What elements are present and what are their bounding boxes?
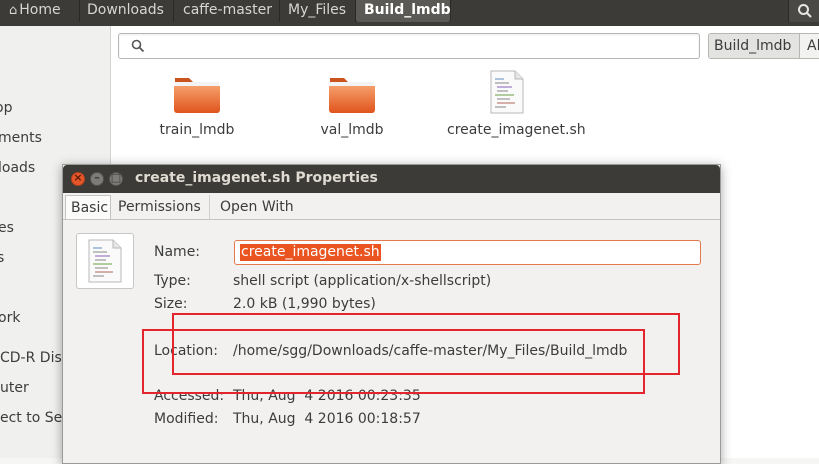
type-value: shell script (application/x-shellscript) [233, 273, 492, 289]
sidebar-item-desktop[interactable]: op [0, 99, 12, 117]
type-label: Type: [154, 273, 191, 289]
search-icon [131, 39, 145, 53]
minimize-button[interactable]: – [90, 171, 104, 186]
sidebar-item-computer[interactable]: uter [0, 379, 29, 397]
sidebar-item-downloads[interactable]: loads [0, 159, 35, 177]
tab-basic[interactable]: Basic [65, 195, 111, 219]
folder-icon [329, 78, 375, 113]
search-icon [798, 4, 812, 18]
close-icon: × [73, 171, 83, 184]
dialog-title: create_imagenet.sh Properties [135, 170, 378, 186]
breadcrumb-bar: ⌂ Home Downloads caffe-master My_Files Bu… [0, 0, 819, 26]
size-label: Size: [154, 296, 188, 312]
file-name-label: val_lmdb [320, 122, 384, 138]
file-item-train-lmdb[interactable]: train_lmdb [137, 70, 257, 142]
breadcrumb-caffe-master-label: caffe-master [183, 2, 272, 18]
breadcrumb-downloads-label: Downloads [87, 2, 164, 18]
home-icon: ⌂ [9, 3, 18, 18]
breadcrumb-home[interactable]: ⌂ Home [0, 0, 80, 22]
search-scope-group: Build_lmdb Al [708, 33, 819, 59]
minimize-icon: – [94, 171, 100, 184]
file-item-val-lmdb[interactable]: val_lmdb [292, 70, 412, 142]
name-label: Name: [154, 244, 201, 260]
file-item-create-imagenet-sh[interactable]: create_imagenet.sh [447, 70, 586, 142]
search-button[interactable] [788, 0, 819, 22]
maximize-button[interactable]: □ [109, 171, 123, 186]
breadcrumb-build-lmdb-label: Build_lmdb [364, 2, 451, 18]
size-value: 2.0 kB (1,990 bytes) [233, 296, 376, 312]
name-field-selected-text[interactable]: create_imagenet.sh [240, 244, 381, 261]
search-field[interactable] [118, 33, 700, 59]
sidebar-item-documents[interactable]: ments [0, 129, 42, 147]
maximize-icon: □ [110, 171, 122, 184]
breadcrumb-downloads[interactable]: Downloads [80, 0, 174, 22]
modified-value: Thu, Aug 4 2016 00:18:57 [233, 411, 421, 427]
annotation-box [142, 329, 645, 394]
tab-permissions[interactable]: Permissions [113, 195, 210, 219]
shell-script-icon [88, 239, 122, 283]
name-field[interactable]: create_imagenet.sh [234, 240, 701, 265]
sidebar-item-videos[interactable]: s [0, 249, 4, 267]
breadcrumb-my-files-label: My_Files [288, 2, 347, 18]
file-name-label: create_imagenet.sh [447, 122, 586, 138]
breadcrumb-home-label: Home [19, 2, 61, 18]
folder-icon [174, 78, 220, 113]
sidebar-item-network[interactable]: ork [0, 309, 20, 327]
modified-label: Modified: [154, 411, 219, 427]
shell-script-icon [490, 70, 524, 114]
scope-all-files-button[interactable]: Al [801, 34, 819, 58]
dialog-titlebar[interactable]: × – □ create_imagenet.sh Properties [63, 165, 720, 193]
scope-current-folder-button[interactable]: Build_lmdb [709, 34, 800, 58]
sidebar-item-pictures[interactable]: es [0, 219, 14, 237]
file-name-label: train_lmdb [159, 122, 235, 138]
breadcrumb-caffe-master[interactable]: caffe-master [174, 0, 280, 22]
breadcrumb-build-lmdb[interactable]: Build_lmdb [356, 0, 451, 22]
search-input[interactable] [153, 36, 687, 58]
close-button[interactable]: × [71, 171, 85, 186]
file-type-icon-button[interactable] [76, 233, 134, 289]
tab-open-with[interactable]: Open With [215, 195, 299, 219]
breadcrumb-my-files[interactable]: My_Files [280, 0, 356, 22]
tab-divider [63, 219, 720, 220]
sidebar-item-cdr-disc[interactable]: CD-R Disc [0, 349, 69, 367]
